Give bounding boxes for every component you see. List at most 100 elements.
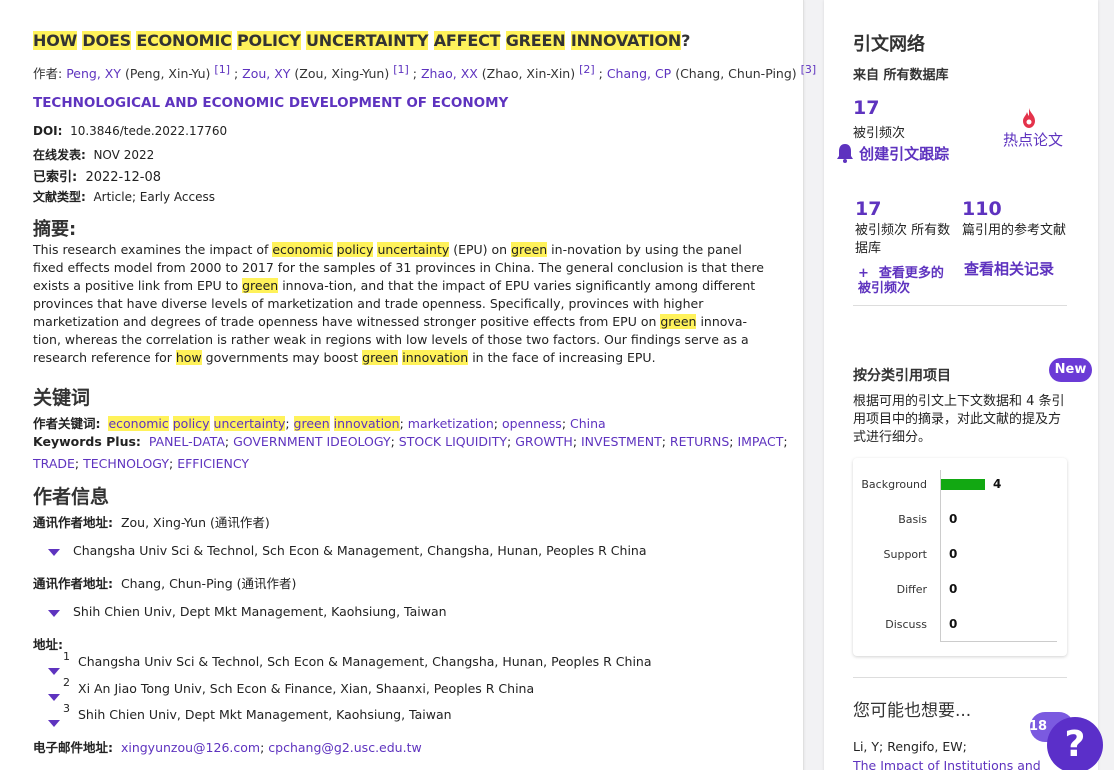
help-button[interactable]: ? <box>1047 717 1103 770</box>
highlighted-term: economic <box>272 242 333 257</box>
author-full-name: (Zhao, Xin-Xin) <box>477 66 580 81</box>
email-link[interactable]: cpchang@g2.usc.edu.tw <box>268 740 421 755</box>
doi-value: 10.3846/tede.2022.17760 <box>70 124 228 138</box>
see-more-cited-link[interactable]: + 查看更多的被引频次 <box>858 266 954 296</box>
author-full-name: (Chang, Chun-Ping) <box>671 66 801 81</box>
title-word: AFFECT <box>433 31 501 50</box>
keyword-plus-link[interactable]: RETURNS <box>670 434 729 449</box>
cited-all-count[interactable]: 17 <box>855 198 881 220</box>
abstract-heading: 摘要: <box>33 219 77 240</box>
bell-icon <box>837 144 853 163</box>
author-full-name: (Peng, Xin-Yu) <box>121 66 215 81</box>
keyword-part: policy <box>172 416 210 431</box>
highlighted-term: policy <box>336 242 374 257</box>
keyword-part <box>210 416 214 431</box>
chart-value-label: 0 <box>949 547 958 561</box>
separator: ; <box>399 416 408 431</box>
expand-caret-icon[interactable] <box>48 668 60 675</box>
author-keyword-link[interactable]: openness <box>502 416 562 431</box>
highlighted-term: green <box>660 314 697 329</box>
chart-category-label: Discuss <box>885 618 927 631</box>
email-row: 电子邮件地址: xingyunzou@126.com; cpchang@g2.u… <box>33 740 422 755</box>
highlighted-term: green <box>242 278 279 293</box>
abstract-segment: (EPU) on <box>449 242 512 257</box>
chart-value-label: 0 <box>949 582 958 596</box>
author-info-heading: 作者信息 <box>33 486 110 508</box>
divider <box>853 305 1067 306</box>
author-link[interactable]: Peng, XY <box>66 66 121 81</box>
chart-value-label: 0 <box>949 617 958 631</box>
author-link[interactable]: Zou, XY <box>238 66 290 81</box>
corr1-address: Changsha Univ Sci & Technol, Sch Econ & … <box>73 543 647 558</box>
title-word: HOW <box>33 31 78 50</box>
corr2-address: Shih Chien Univ, Dept Mkt Management, Ka… <box>73 604 447 619</box>
author-ref-link[interactable]: [3] <box>801 63 817 76</box>
title-word: DOES <box>82 31 131 50</box>
keyword-part: uncertainty <box>213 416 286 431</box>
address-number: 3 <box>63 702 70 715</box>
divider <box>853 677 1067 678</box>
classify-description: 根据可用的引文上下文数据和 4 条引用项目中的摘录，对此文献的提及方式进行细分。 <box>853 394 1065 445</box>
hot-paper-icon <box>1023 108 1035 128</box>
cited-count[interactable]: 17 <box>853 97 879 119</box>
doctype-value: Article; Early Access <box>93 190 216 204</box>
keyword-plus-link[interactable]: EFFICIENCY <box>177 456 249 471</box>
separator: ; <box>561 416 571 431</box>
keyword-plus-link[interactable]: TRADE <box>33 456 75 471</box>
author-ref-link[interactable]: [1] <box>214 63 230 76</box>
author-keyword-link[interactable]: economic policy uncertainty <box>108 416 286 431</box>
corr1-name: Zou, Xing-Yun (通讯作者) <box>120 515 270 530</box>
keyword-plus-link[interactable]: GROWTH <box>515 434 573 449</box>
references-count[interactable]: 110 <box>962 198 1002 220</box>
keyword-plus-link[interactable]: GOVERNMENT IDEOLOGY <box>233 434 391 449</box>
abstract-segment: This research examines the impact of <box>33 242 273 257</box>
email-link[interactable]: xingyunzou@126.com <box>121 740 260 755</box>
author-ref-link[interactable]: [1] <box>393 63 409 76</box>
indexed-row: 已索引: 2022-12-08 <box>33 170 162 185</box>
hot-paper-label: 热点论文 <box>1003 131 1064 149</box>
separator: ; <box>572 434 581 449</box>
author-ref-link[interactable]: [2] <box>579 63 595 76</box>
chart-bar[interactable] <box>941 479 985 490</box>
title-word: POLICY <box>237 31 301 50</box>
author-full-name: (Zou, Xing-Yun) <box>290 66 394 81</box>
keyword-plus-link[interactable]: PANEL-DATA <box>149 434 225 449</box>
keyword-part: openness <box>501 416 562 431</box>
keyword-plus-link[interactable]: STOCK LIQUIDITY <box>399 434 507 449</box>
keywords-heading: 关键词 <box>33 387 91 409</box>
address-number: 1 <box>63 650 70 663</box>
help-icon: ? <box>1064 724 1086 765</box>
maybe-authors: Li, Y; Rengifo, EW; <box>853 739 967 754</box>
article-title: HOW DOES ECONOMIC POLICY UNCERTAINTY AFF… <box>33 31 690 50</box>
expand-caret-icon[interactable] <box>48 720 60 727</box>
address-item: Changsha Univ Sci & Technol, Sch Econ & … <box>78 654 652 669</box>
journal-link[interactable]: TECHNOLOGICAL AND ECONOMIC DEVELOPMENT O… <box>33 95 508 111</box>
author-link[interactable]: Chang, CP <box>603 66 671 81</box>
see-related-link[interactable]: 查看相关记录 <box>964 258 1054 279</box>
separator: ; <box>74 456 84 471</box>
author-keywords-row: 作者关键词: economic policy uncertainty; gree… <box>33 416 606 431</box>
create-alert-button[interactable]: 创建引文跟踪 <box>836 143 949 164</box>
keyword-plus-link[interactable]: TECHNOLOGY <box>83 456 169 471</box>
keyword-plus-link[interactable]: INVESTMENT <box>581 434 662 449</box>
corresponding-address-2: 通讯作者地址: Chang, Chun-Ping (通讯作者) <box>33 576 297 591</box>
create-alert-label: 创建引文跟踪 <box>859 145 950 163</box>
author-keyword-link[interactable]: marketization <box>408 416 494 431</box>
expand-caret-icon[interactable] <box>48 610 60 617</box>
chart-value-label: 4 <box>993 477 1002 491</box>
separator: ; <box>408 66 417 81</box>
author-link[interactable]: Zhao, XX <box>417 66 478 81</box>
corresponding-address-1: 通讯作者地址: Zou, Xing-Yun (通讯作者) <box>33 515 270 530</box>
author-keyword-link[interactable]: China <box>570 416 606 431</box>
authors-line: 作者: Peng, XY (Peng, Xin-Yu) [1] ; Zou, X… <box>33 63 816 82</box>
maybe-link[interactable]: The Impact of Institutions and <box>853 758 1041 770</box>
author-keyword-link[interactable]: green innovation <box>293 416 400 431</box>
keyword-plus-link[interactable]: IMPACT <box>737 434 783 449</box>
sidebar-subtitle: 来自 所有数据库 <box>853 68 949 83</box>
chart-value-label: 0 <box>949 512 958 526</box>
abstract-segment: in the face of increasing EPU. <box>468 350 656 365</box>
title-word: ECONOMIC <box>136 31 232 50</box>
expand-caret-icon[interactable] <box>48 694 60 701</box>
separator: ; <box>783 434 788 449</box>
expand-caret-icon[interactable] <box>48 549 60 556</box>
